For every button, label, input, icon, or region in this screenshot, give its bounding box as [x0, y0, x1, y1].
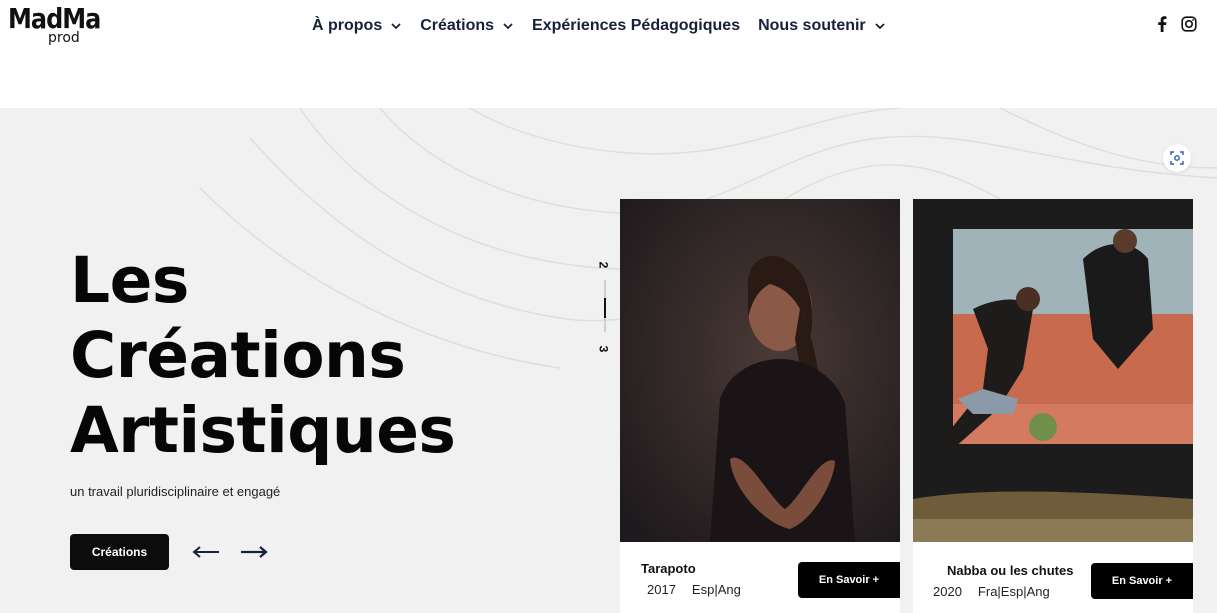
chevron-down-icon [503, 23, 513, 30]
chevron-down-icon [875, 23, 885, 30]
card-languages: Esp|Ang [691, 582, 741, 597]
nav-label: Créations [420, 17, 495, 34]
nav-item-a-propos[interactable]: À propos [312, 17, 402, 35]
social-links [1157, 16, 1217, 37]
site-header: MadMa prod À propos Créations Expérience… [0, 0, 1217, 108]
hero-section: Les Créations Artistiques un travail plu… [0, 108, 1217, 613]
logo[interactable]: MadMa prod [8, 4, 101, 50]
card-year: 2017 [647, 582, 676, 597]
card-meta: 2017 Esp|Ang [647, 582, 741, 597]
nav-label: Nous soutenir [758, 17, 866, 34]
instagram-icon[interactable] [1181, 16, 1197, 37]
nav-item-nous-soutenir[interactable]: Nous soutenir [758, 17, 886, 35]
pager-progress [604, 298, 606, 318]
card-meta: 2020 Fra|Esp|Ang [933, 584, 1050, 599]
card-title: Nabba ou les chutes [947, 563, 1074, 578]
hero-title-line: Créations [70, 319, 406, 392]
card-image-nabba [913, 199, 1193, 542]
hero-subtitle: un travail pluridisciplinaire et engagé [70, 484, 281, 499]
pager-next: 3 [596, 345, 611, 353]
chevron-down-icon [391, 23, 401, 30]
nav-label: Expériences Pédagogiques [532, 17, 741, 34]
en-savoir-plus-button[interactable]: En Savoir + [798, 562, 900, 598]
focus-icon[interactable] [1163, 144, 1191, 172]
card-languages: Fra|Esp|Ang [977, 584, 1050, 599]
hero-title: Les Créations Artistiques [70, 243, 490, 468]
pager-current: 2 [596, 261, 611, 269]
hero-title-line: Artistiques [70, 394, 456, 467]
en-savoir-plus-button[interactable]: En Savoir + [1091, 563, 1193, 599]
card-year: 2020 [933, 584, 962, 599]
card-image-tarapoto [620, 199, 900, 542]
hero-title-line: Les [70, 244, 189, 317]
nav-item-creations[interactable]: Créations [420, 17, 514, 35]
creation-card[interactable]: Nabba ou les chutes 2020 Fra|Esp|Ang En … [913, 199, 1193, 613]
card-title: Tarapoto [641, 561, 696, 576]
arrow-left-icon[interactable] [192, 545, 220, 559]
nav-item-experiences-pedagogiques[interactable]: Expériences Pédagogiques [532, 17, 740, 35]
main-nav: À propos Créations Expériences Pédagogiq… [312, 14, 886, 38]
creation-card[interactable]: Tarapoto 2017 Esp|Ang En Savoir + [620, 199, 900, 613]
logo-sub-text: prod [48, 30, 80, 46]
nav-label: À propos [312, 17, 383, 34]
slide-pager: 2 3 [596, 258, 616, 358]
creations-button[interactable]: Créations [70, 534, 169, 570]
arrow-right-icon[interactable] [240, 545, 268, 559]
facebook-icon[interactable] [1157, 16, 1167, 37]
